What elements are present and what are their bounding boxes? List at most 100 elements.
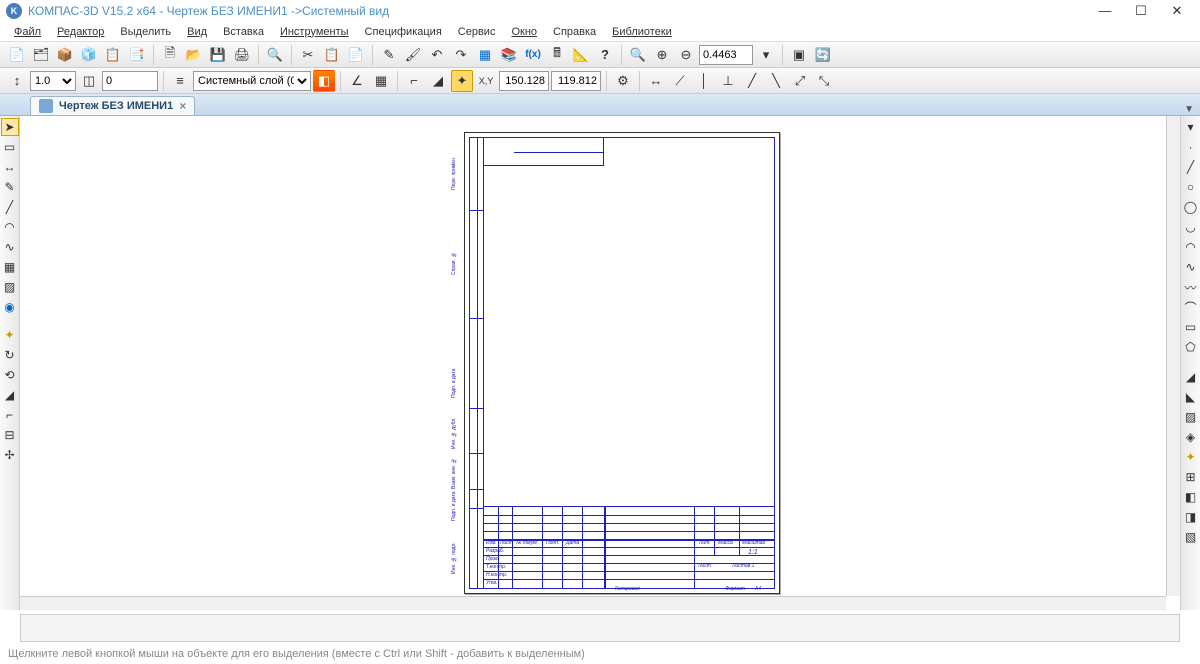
dim-diag3-icon[interactable]: ⤢ (789, 70, 811, 92)
menu-help[interactable]: Справка (547, 24, 602, 40)
print-icon[interactable]: 🖨 (231, 44, 253, 66)
measure-tool-icon[interactable]: ◢ (1, 386, 19, 404)
contour-icon[interactable]: ◈ (1182, 428, 1200, 446)
dimensions-icon[interactable]: ↔ (1, 158, 19, 176)
scrollbar-vertical[interactable] (1166, 116, 1180, 596)
redo-icon[interactable]: ↷ (450, 44, 472, 66)
refresh-icon[interactable]: 🔄 (812, 44, 834, 66)
menu-spec[interactable]: Спецификация (359, 24, 448, 40)
doc-icon[interactable]: 📋 (102, 44, 124, 66)
modify-icon[interactable]: ✦ (1, 326, 19, 344)
arc-tool-icon[interactable]: ◡ (1182, 218, 1200, 236)
dim-linear-icon[interactable]: ↔ (645, 70, 667, 92)
layer-select[interactable]: Системный слой (0) (193, 71, 311, 91)
libraries-icon[interactable]: 📚 (498, 44, 520, 66)
fit-icon[interactable]: ▣ (788, 44, 810, 66)
close-button[interactable]: ✕ (1168, 3, 1186, 19)
ortho-icon[interactable]: ∠ (346, 70, 368, 92)
circle-icon[interactable]: ○ (1182, 178, 1200, 196)
curve-icon[interactable]: ⌒ (1182, 298, 1200, 316)
edit-tool-icon[interactable]: ✢ (1, 446, 19, 464)
point-icon[interactable]: · (1182, 138, 1200, 156)
assembly-tool-icon[interactable]: ⊞ (1182, 468, 1200, 486)
cursor-icon[interactable]: ➤ (1, 118, 19, 136)
open-wizard-icon[interactable]: 🗂 (30, 44, 52, 66)
color-icon[interactable]: ◧ (313, 70, 335, 92)
snap-input[interactable] (102, 71, 158, 91)
snap-toggle-icon[interactable]: ✦ (451, 70, 473, 92)
paste-icon[interactable]: 📄 (345, 44, 367, 66)
tab-dropdown-icon[interactable]: ▼ (1184, 104, 1194, 115)
mirror-icon[interactable]: ⟲ (1, 366, 19, 384)
equidistant-icon[interactable]: ✦ (1182, 448, 1200, 466)
break-icon[interactable]: ⊟ (1, 426, 19, 444)
trim-icon[interactable]: ⌐ (1, 406, 19, 424)
arc2-icon[interactable]: ◠ (1182, 238, 1200, 256)
geometry-icon[interactable]: ▭ (1, 138, 19, 156)
tab-close-icon[interactable]: × (179, 99, 186, 113)
dim-diag2-icon[interactable]: ╲ (765, 70, 787, 92)
step-icon[interactable]: ↕ (6, 70, 28, 92)
line-tool-icon[interactable]: ╱ (1182, 158, 1200, 176)
layer-icon[interactable]: ≡ (169, 70, 191, 92)
rotate-icon[interactable]: ↻ (1, 346, 19, 364)
save-icon[interactable]: 💾 (207, 44, 229, 66)
dim-diag1-icon[interactable]: ╱ (741, 70, 763, 92)
document-tab[interactable]: Чертеж БЕЗ ИМЕНИ1 × (30, 96, 195, 115)
maximize-button[interactable]: ☐ (1132, 3, 1150, 19)
grid-icon[interactable]: ▦ (370, 70, 392, 92)
cut-icon[interactable]: ✂ (297, 44, 319, 66)
line-icon[interactable]: ╱ (1, 198, 19, 216)
dim-perp-icon[interactable]: ⊥ (717, 70, 739, 92)
tool-a-icon[interactable]: ◧ (1182, 488, 1200, 506)
new-doc-icon[interactable]: 🗎 (159, 44, 181, 66)
menu-select[interactable]: Выделить (114, 24, 177, 40)
menu-libs[interactable]: Библиотеки (606, 24, 678, 40)
new-icon[interactable]: 📄 (6, 44, 28, 66)
hatch-icon[interactable]: ▨ (1, 278, 19, 296)
rect-icon[interactable]: ▭ (1182, 318, 1200, 336)
spline-tool-icon[interactable]: ∿ (1182, 258, 1200, 276)
ellipse-icon[interactable]: ◯ (1182, 198, 1200, 216)
bottom-panel[interactable] (20, 614, 1180, 642)
zoom-input[interactable] (699, 45, 753, 65)
dim-diag4-icon[interactable]: ⤡ (813, 70, 835, 92)
bezier-icon[interactable]: 〰 (1182, 278, 1200, 296)
properties-icon[interactable]: ✎ (378, 44, 400, 66)
menu-service[interactable]: Сервис (452, 24, 502, 40)
step-select[interactable]: 1.0 (30, 71, 76, 91)
style-icon[interactable]: 🖌 (402, 44, 424, 66)
zoom-window-icon[interactable]: 🔍 (627, 44, 649, 66)
zoom-out-icon[interactable]: ⊖ (675, 44, 697, 66)
variables-icon[interactable]: f(x) (522, 44, 544, 66)
copy-icon[interactable]: 📋 (321, 44, 343, 66)
help-icon[interactable]: ? (594, 44, 616, 66)
minimize-button[interactable]: — (1096, 3, 1114, 19)
menu-insert[interactable]: Вставка (217, 24, 270, 40)
manager-icon[interactable]: ▦ (474, 44, 496, 66)
local-cs-icon[interactable]: ⌐ (403, 70, 425, 92)
preview-icon[interactable]: 🔍 (264, 44, 286, 66)
hatch-tool-icon[interactable]: ▨ (1182, 408, 1200, 426)
snap-icon[interactable]: ◫ (78, 70, 100, 92)
right-drop-icon[interactable]: ▾ (1182, 118, 1200, 136)
menu-view[interactable]: Вид (181, 24, 213, 40)
chamfer-icon[interactable]: ◣ (1182, 388, 1200, 406)
arc-icon[interactable]: ◠ (1, 218, 19, 236)
coord-y-input[interactable] (551, 71, 601, 91)
assembly-icon[interactable]: 🧊 (78, 44, 100, 66)
fillet-icon[interactable]: ◢ (1182, 368, 1200, 386)
menu-window[interactable]: Окно (505, 24, 543, 40)
round-icon[interactable]: ◢ (427, 70, 449, 92)
open-icon[interactable]: 📂 (183, 44, 205, 66)
open-3d-icon[interactable]: 📦 (54, 44, 76, 66)
menu-file[interactable]: Файл (8, 24, 47, 40)
coord-x-input[interactable] (499, 71, 549, 91)
menu-editor[interactable]: Редактор (51, 24, 110, 40)
zoom-in-icon[interactable]: ⊕ (651, 44, 673, 66)
text-icon[interactable]: ✎ (1, 178, 19, 196)
dim-vert-icon[interactable]: │ (693, 70, 715, 92)
polygon-icon[interactable]: ⬠ (1182, 338, 1200, 356)
tool-b-icon[interactable]: ◨ (1182, 508, 1200, 526)
measure-icon[interactable]: 📐 (570, 44, 592, 66)
